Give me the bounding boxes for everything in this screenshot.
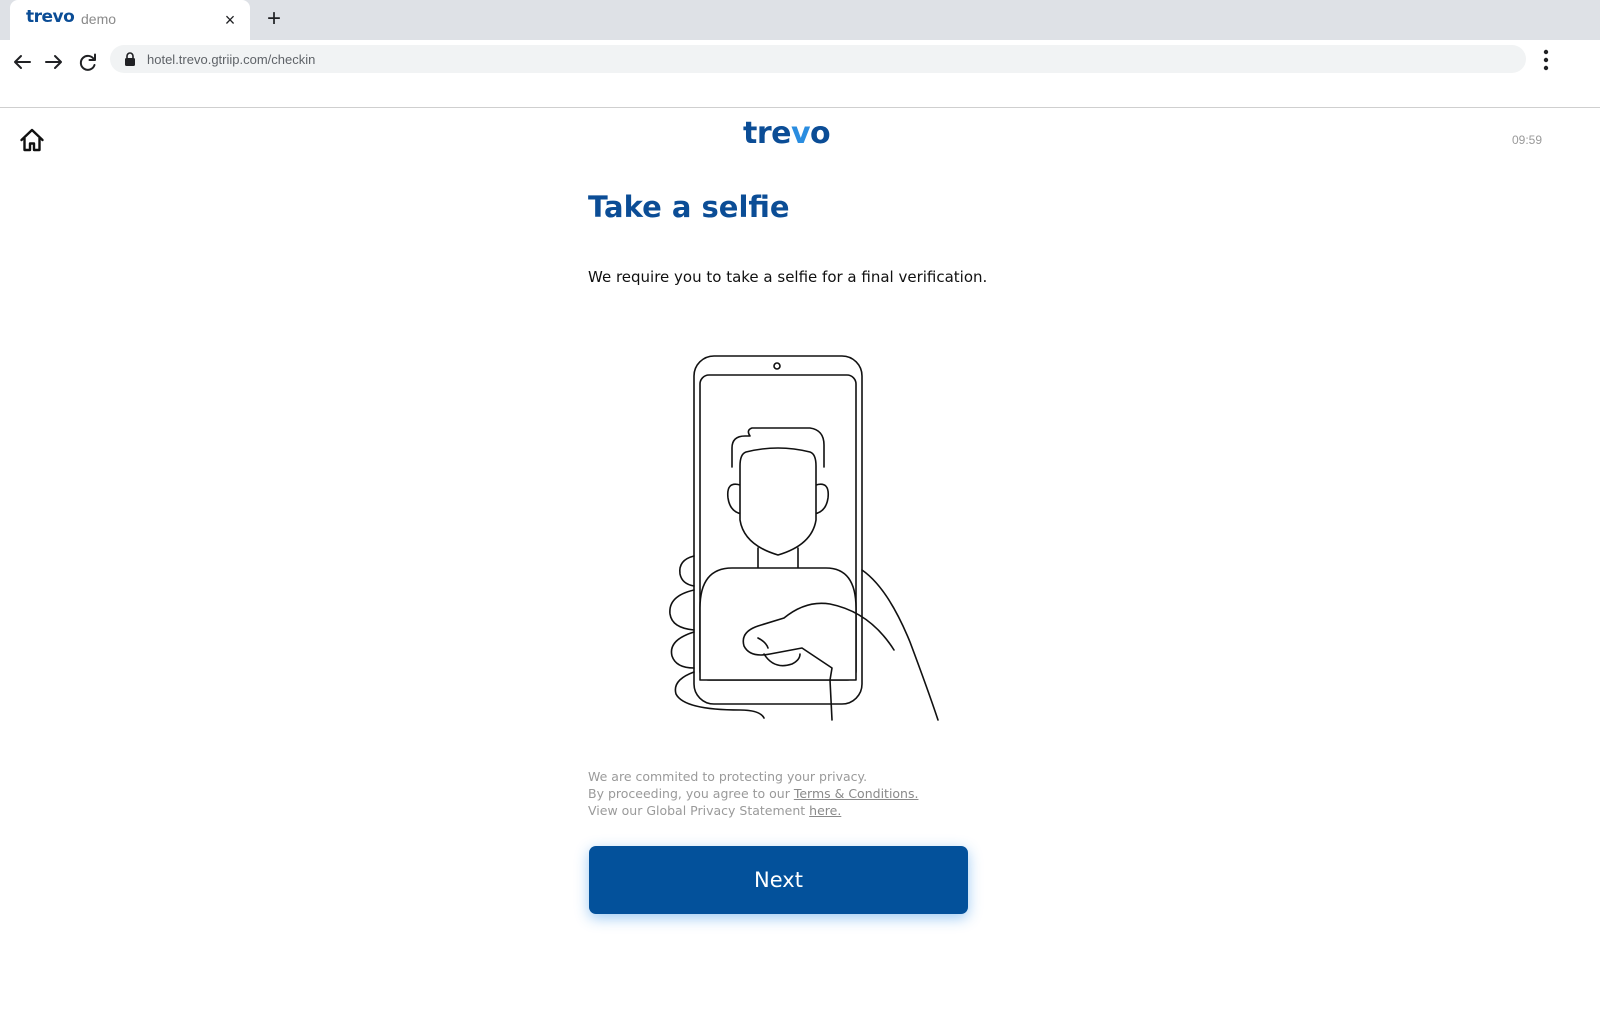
browser-tab[interactable]: trevo demo × [10, 0, 250, 40]
lock-icon [125, 52, 135, 66]
next-button[interactable]: Next [589, 846, 968, 914]
home-icon[interactable] [18, 126, 46, 154]
browser-toolbar: hotel.trevo.gtriip.com/checkin [0, 40, 1600, 108]
trevo-logo: trevo [743, 116, 831, 151]
url-text[interactable]: hotel.trevo.gtriip.com/checkin [147, 52, 315, 67]
privacy-statement-link[interactable]: here. [809, 803, 841, 818]
tab-title: demo [81, 11, 117, 27]
kebab-menu-icon[interactable] [1536, 47, 1556, 73]
forward-arrow-icon[interactable] [40, 48, 68, 76]
privacy-line-3: View our Global Privacy Statement here. [588, 803, 842, 818]
privacy-notice: We are commited to protecting your priva… [588, 768, 1008, 819]
session-timer: 09:59 [1511, 133, 1542, 147]
tab-close-icon[interactable]: × [218, 8, 242, 32]
page-description: We require you to take a selfie for a fi… [588, 268, 988, 286]
new-tab-button[interactable]: + [262, 6, 286, 32]
browser-tabbar: trevo demo × + [0, 0, 1600, 40]
address-bar[interactable]: hotel.trevo.gtriip.com/checkin [110, 45, 1526, 73]
page-title: Take a selfie [588, 190, 790, 224]
privacy-line-2: By proceeding, you agree to our Terms & … [588, 786, 919, 801]
selfie-illustration [660, 350, 950, 725]
reload-icon[interactable] [74, 48, 102, 76]
terms-link[interactable]: Terms & Conditions. [794, 786, 919, 801]
back-arrow-icon[interactable] [8, 48, 36, 76]
tab-favicon-logo: trevo [26, 7, 75, 27]
privacy-line-1: We are commited to protecting your priva… [588, 769, 868, 784]
